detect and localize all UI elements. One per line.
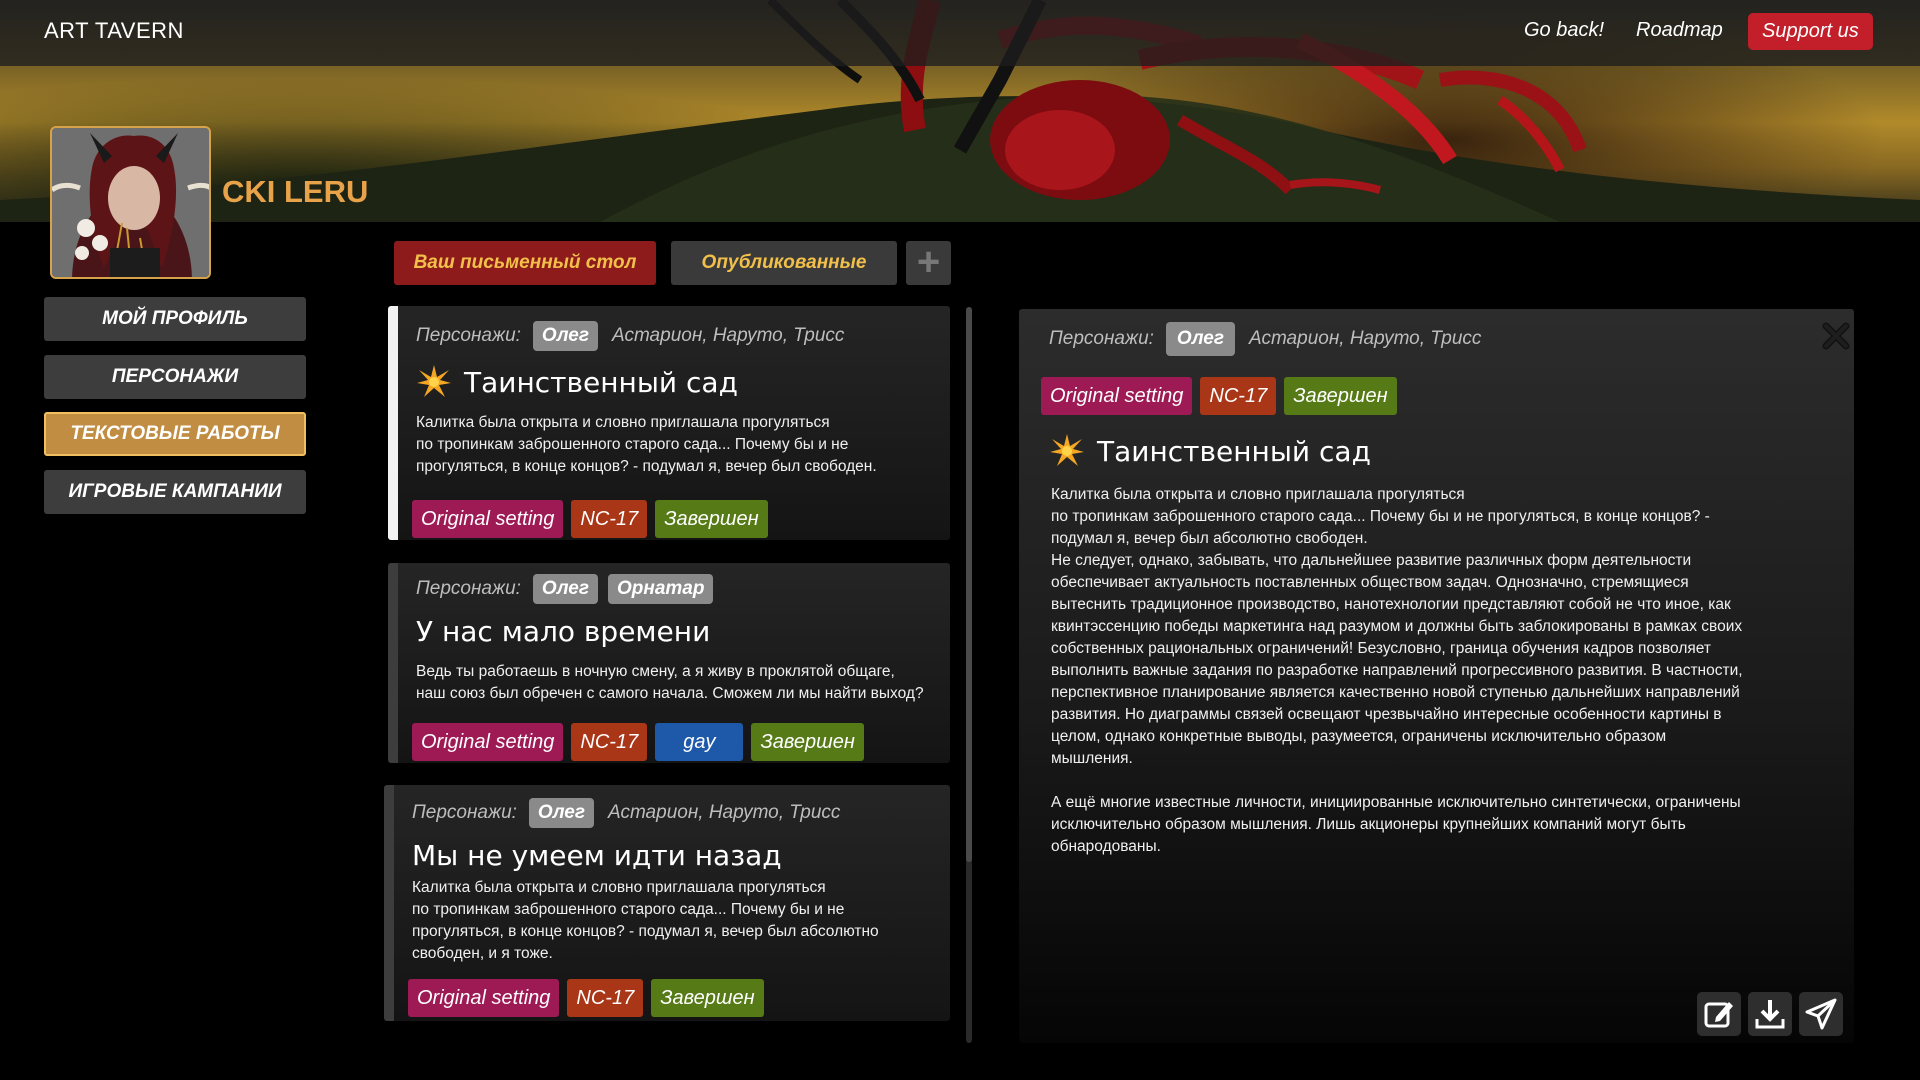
characters-label: Персонажи:: [416, 578, 521, 599]
avatar-portrait: [52, 128, 209, 277]
character-chip[interactable]: Олег: [528, 798, 594, 828]
tag-status[interactable]: Завершен: [1284, 377, 1397, 415]
other-characters: Астарион, Наруто, Трисс: [1248, 328, 1482, 349]
tag-genre[interactable]: gay: [655, 723, 744, 761]
tag-setting[interactable]: Original setting: [412, 723, 564, 761]
story-card[interactable]: Персонажи: Олег Астарион, Наруто, Трисс …: [388, 306, 950, 540]
story-title-row[interactable]: Мы не умеем идти назад: [412, 839, 782, 872]
detail-title: Таинственный сад: [1097, 434, 1371, 468]
characters-label: Персонажи:: [412, 802, 517, 823]
stories-scrollbar[interactable]: [966, 307, 972, 1043]
tab-your-desk[interactable]: Ваш письменный стол: [394, 241, 656, 285]
character-chip[interactable]: Орнатар: [607, 574, 714, 604]
send-button[interactable]: [1799, 992, 1843, 1036]
download-icon: [1755, 1000, 1785, 1029]
go-back-link[interactable]: Go back!: [1524, 19, 1604, 42]
characters-row: Персонажи: Олег Астарион, Наруто, Трисс: [412, 797, 840, 829]
avatar[interactable]: [50, 126, 211, 279]
character-chip[interactable]: Олег: [1165, 322, 1235, 356]
story-card[interactable]: Персонажи: Олег Орнатар У нас мало време…: [388, 563, 950, 763]
edit-button[interactable]: [1697, 992, 1741, 1036]
story-excerpt: Калитка была открыта и словно приглашала…: [416, 414, 877, 475]
add-tab-button[interactable]: +: [906, 241, 951, 285]
tag-setting[interactable]: Original setting: [1041, 377, 1193, 415]
detail-body-text: Калитка была открыта и словно приглашала…: [1051, 486, 1743, 855]
characters-label: Персонажи:: [416, 325, 521, 346]
detail-title-row: Таинственный сад: [1049, 433, 1371, 469]
characters-label: Персонажи:: [1049, 328, 1154, 349]
profile-username: CKI LERU: [222, 174, 369, 209]
character-chip[interactable]: Олег: [532, 321, 598, 351]
sidebar-item-game-campaigns[interactable]: ИГРОВЫЕ КАМПАНИИ: [44, 470, 306, 514]
story-excerpt: Калитка была открыта и словно приглашала…: [412, 879, 879, 962]
tag-rating[interactable]: NC-17: [571, 500, 648, 538]
scrollbar-thumb[interactable]: [966, 307, 972, 862]
characters-row: Персонажи: Олег Астарион, Наруто, Трисс: [1049, 322, 1482, 356]
support-us-button[interactable]: Support us: [1748, 13, 1873, 50]
download-button[interactable]: [1748, 992, 1792, 1036]
story-title: Мы не умеем идти назад: [412, 839, 782, 872]
tag-setting[interactable]: Original setting: [408, 979, 560, 1017]
characters-row: Персонажи: Олег Астарион, Наруто, Трисс: [416, 320, 844, 352]
character-chip[interactable]: Олег: [532, 574, 598, 604]
story-tags: Original setting NC-17 Завершен: [412, 500, 768, 538]
edit-icon: [1704, 1002, 1733, 1028]
tag-status[interactable]: Завершен: [751, 723, 864, 761]
story-title-row[interactable]: Таинственный сад: [416, 364, 738, 400]
star-burst-icon: [417, 365, 451, 397]
story-title-row[interactable]: У нас мало времени: [416, 615, 710, 648]
story-detail-panel: Персонажи: Олег Астарион, Наруто, Трисс …: [1019, 309, 1854, 1043]
other-characters: Астарион, Наруто, Трисс: [607, 802, 841, 823]
tag-setting[interactable]: Original setting: [412, 500, 564, 538]
tag-status[interactable]: Завершен: [655, 500, 768, 538]
top-navigation-bar: [0, 0, 1920, 66]
star-burst-icon: [1050, 434, 1084, 466]
characters-row: Персонажи: Олег Орнатар: [416, 573, 714, 605]
tag-rating[interactable]: NC-17: [1200, 377, 1277, 415]
story-tags: Original setting NC-17 gay Завершен: [412, 723, 864, 761]
close-icon[interactable]: [1821, 321, 1851, 351]
roadmap-link[interactable]: Roadmap: [1636, 19, 1723, 42]
story-card[interactable]: Персонажи: Олег Астарион, Наруто, Трисс …: [384, 785, 950, 1021]
sidebar-item-characters[interactable]: ПЕРСОНАЖИ: [44, 355, 306, 399]
tag-rating[interactable]: NC-17: [567, 979, 644, 1017]
sidebar-item-text-works[interactable]: ТЕКСТОВЫЕ РАБОТЫ: [44, 412, 306, 456]
tag-status[interactable]: Завершен: [651, 979, 764, 1017]
tab-published[interactable]: Опубликованные: [671, 241, 897, 285]
other-characters: Астарион, Наруто, Трисс: [611, 325, 845, 346]
story-excerpt: Ведь ты работаешь в ночную смену, а я жи…: [416, 663, 924, 702]
sidebar-item-my-profile[interactable]: МОЙ ПРОФИЛЬ: [44, 297, 306, 341]
story-title: У нас мало времени: [416, 615, 711, 648]
send-icon: [1805, 998, 1837, 1030]
story-title: Таинственный сад: [464, 365, 738, 399]
tag-rating[interactable]: NC-17: [571, 723, 648, 761]
story-tags: Original setting NC-17 Завершен: [408, 979, 764, 1017]
site-logo[interactable]: ART TAVERN: [44, 18, 184, 44]
story-tags: Original setting NC-17 Завершен: [1041, 377, 1397, 415]
